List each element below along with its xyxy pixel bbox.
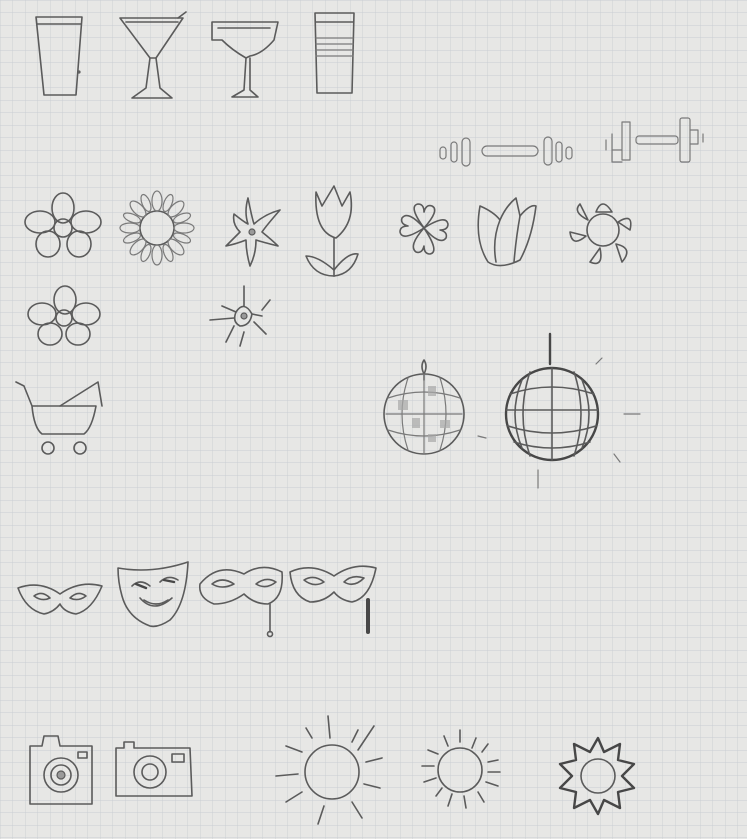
- graph-paper-sketch-sheet: [0, 0, 747, 839]
- graph-paper-grid: [0, 0, 747, 839]
